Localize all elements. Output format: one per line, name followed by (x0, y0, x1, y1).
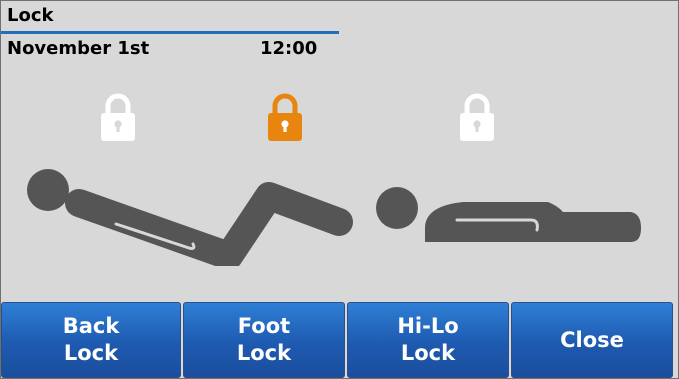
back-lock-button[interactable]: Back Lock (1, 302, 181, 378)
date-label: November 1st (7, 38, 150, 59)
close-button[interactable]: Close (511, 302, 673, 378)
hilo-lock-status-icon (458, 91, 496, 143)
patient-flat-figure-icon (373, 184, 648, 253)
title-divider (1, 31, 339, 34)
foot-lock-status-icon (266, 91, 304, 143)
hilo-lock-button[interactable]: Hi-Lo Lock (347, 302, 509, 378)
lock-screen: Lock November 1st 12:00 Back Lock Foot L… (0, 0, 679, 379)
page-title: Lock (7, 5, 54, 26)
patient-reclined-figure-icon (21, 166, 361, 270)
time-label: 12:00 (260, 38, 318, 59)
back-lock-status-icon (99, 91, 137, 143)
foot-lock-button[interactable]: Foot Lock (183, 302, 345, 378)
button-bar: Back Lock Foot Lock Hi-Lo Lock Close (1, 302, 678, 378)
